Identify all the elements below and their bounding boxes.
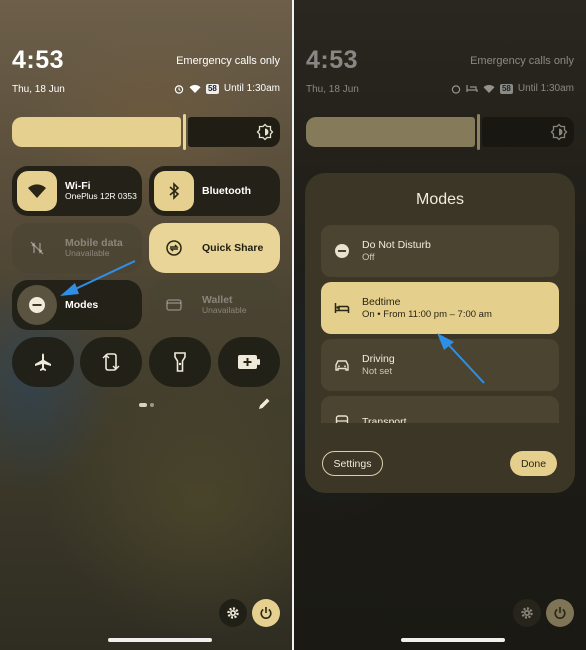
modes-list[interactable]: Do Not Disturb Off Bedtime On • From 11:00… — [321, 225, 559, 423]
tile-airplane-mode[interactable] — [12, 337, 74, 387]
brightness-thumb[interactable] — [183, 114, 186, 150]
modes-dialog: Modes Do Not Disturb Off Bedtime On • From… — [305, 173, 575, 493]
status-icons: 58 Until 1:30am — [451, 83, 574, 94]
tile-label: Modes — [65, 298, 99, 311]
tile-mobile-data[interactable]: Mobile data Unavailable — [12, 223, 142, 273]
do-not-disturb-icon — [335, 244, 349, 258]
tile-quick-share[interactable]: Quick Share — [149, 223, 280, 273]
mode-name: Bedtime — [362, 295, 401, 308]
bed-status-icon — [466, 85, 478, 92]
bus-icon — [335, 415, 349, 423]
auto-rotate-icon — [102, 353, 120, 371]
tile-modes[interactable]: Modes — [12, 280, 142, 330]
quick-share-icon — [166, 240, 182, 256]
tile-battery-saver[interactable] — [218, 337, 280, 387]
mode-status: Not set — [362, 365, 393, 377]
brightness-thumb[interactable] — [477, 114, 480, 150]
flashlight-icon — [174, 352, 186, 372]
brightness-slider[interactable] — [306, 114, 574, 150]
bed-icon — [334, 303, 350, 313]
tile-bluetooth[interactable]: Bluetooth — [149, 166, 280, 216]
battery-level: 58 — [205, 83, 219, 94]
tile-wallet[interactable]: Wallet Unavailable — [149, 280, 280, 330]
brightness-fill — [12, 117, 181, 147]
settings-button[interactable]: Settings — [322, 451, 383, 476]
wallet-icon — [166, 299, 182, 311]
mode-status: On • From 11:00 pm – 7:00 am — [362, 308, 492, 320]
settings-button[interactable] — [219, 599, 247, 627]
mode-transport[interactable]: Transport — [321, 396, 559, 423]
mode-name: Transport — [362, 415, 407, 423]
power-icon — [554, 607, 566, 619]
tile-flashlight[interactable] — [149, 337, 211, 387]
bluetooth-icon — [169, 182, 180, 200]
status-icons: 58 Until 1:30am — [174, 83, 280, 94]
tile-sublabel: OnePlus 12R 0353 — [65, 191, 137, 202]
mode-status: Off — [362, 251, 375, 263]
alarm-status: Until 1:30am — [223, 83, 280, 94]
brightness-slider[interactable] — [12, 114, 280, 150]
gear-icon — [521, 607, 533, 619]
page-dot-active — [139, 403, 147, 407]
modes-dialog-screen: 4:53 Thu, 18 Jun Emergency calls only 58… — [294, 0, 586, 650]
mode-do-not-disturb[interactable]: Do Not Disturb Off — [321, 225, 559, 277]
clock: 4:53 — [306, 46, 359, 74]
tile-sublabel: Unavailable — [202, 305, 247, 316]
carrier-status: Emergency calls only — [176, 55, 280, 67]
car-icon — [335, 360, 349, 371]
auto-brightness-icon — [550, 123, 568, 141]
carrier-status: Emergency calls only — [470, 55, 574, 67]
alarm-icon — [174, 84, 184, 94]
alarm-icon — [451, 84, 461, 94]
date: Thu, 18 Jun — [12, 84, 65, 95]
mode-name: Driving — [362, 352, 395, 365]
dialog-title: Modes — [415, 191, 465, 208]
date: Thu, 18 Jun — [306, 84, 359, 95]
power-icon — [260, 607, 272, 619]
tile-label: Quick Share — [202, 241, 264, 254]
settings-button[interactable] — [513, 599, 541, 627]
power-button[interactable] — [546, 599, 574, 627]
tile-wifi[interactable]: Wi-Fi OnePlus 12R 0353 — [12, 166, 142, 216]
power-button[interactable] — [252, 599, 280, 627]
battery-saver-icon — [238, 355, 260, 369]
clock: 4:53 — [12, 46, 65, 74]
page-indicator — [139, 403, 154, 407]
mode-name: Do Not Disturb — [362, 238, 431, 251]
alarm-status: Until 1:30am — [517, 83, 574, 94]
do-not-disturb-icon — [29, 297, 45, 313]
edit-icon[interactable] — [256, 396, 272, 412]
auto-brightness-icon — [256, 123, 274, 141]
mobile-data-off-icon — [30, 241, 44, 255]
wifi-status-icon — [189, 84, 201, 93]
brightness-fill — [306, 117, 475, 147]
gesture-nav-bar[interactable] — [108, 638, 212, 642]
mode-driving[interactable]: Driving Not set — [321, 339, 559, 391]
page-dot — [150, 403, 154, 407]
quick-settings-panel: 4:53 Thu, 18 Jun Emergency calls only 58… — [0, 0, 292, 650]
tile-auto-rotate[interactable] — [80, 337, 142, 387]
mode-bedtime[interactable]: Bedtime On • From 11:00 pm – 7:00 am — [321, 282, 559, 334]
tile-label: Bluetooth — [202, 184, 251, 197]
tile-sublabel: Unavailable — [65, 248, 110, 259]
wifi-status-icon — [483, 84, 495, 93]
wifi-icon — [28, 184, 46, 198]
gear-icon — [227, 607, 239, 619]
done-button[interactable]: Done — [510, 451, 557, 476]
gesture-nav-bar[interactable] — [401, 638, 505, 642]
battery-level: 58 — [499, 83, 513, 94]
airplane-icon — [35, 353, 51, 371]
